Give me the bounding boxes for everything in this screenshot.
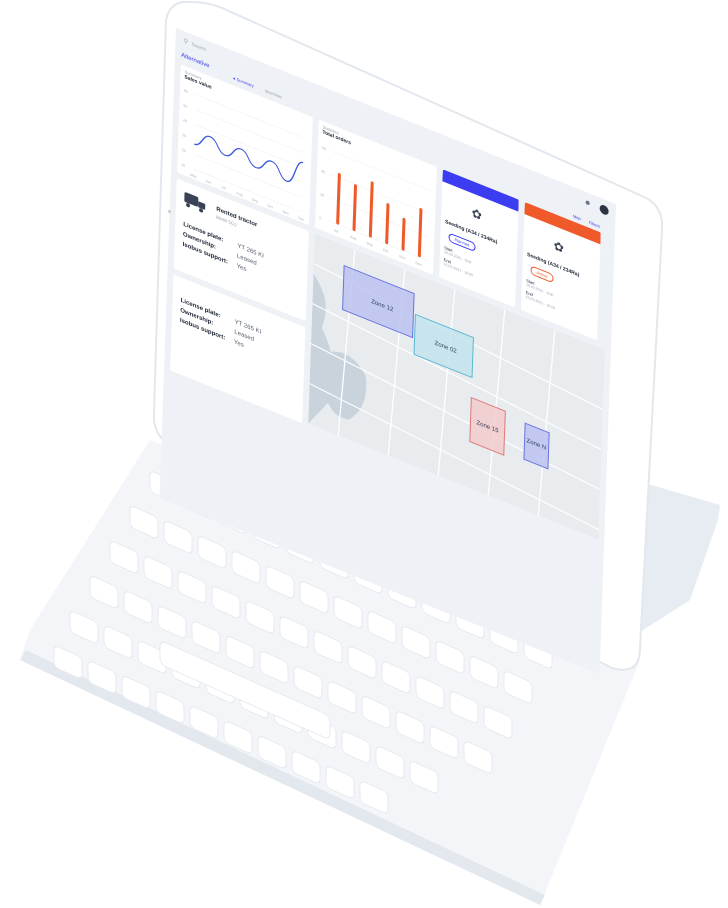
seed-icon: ✿ — [553, 238, 565, 257]
y-tick-label: 60 — [322, 146, 326, 151]
x-tick-label: Jul — [334, 228, 339, 234]
bar — [385, 203, 390, 245]
x-tick-label: Dec — [298, 216, 305, 222]
camera — [168, 210, 171, 213]
sales-line — [194, 135, 304, 182]
x-tick-label: Sep — [366, 241, 372, 247]
y-tick-label: 50 — [183, 103, 187, 108]
bar — [401, 217, 406, 251]
seeding-card[interactable]: ✿ Seeding (A34 / 234Ra) Planned Start 15… — [439, 169, 519, 308]
y-tick-label: 10 — [181, 163, 185, 168]
avatar[interactable] — [599, 203, 609, 217]
notification-dot[interactable] — [585, 200, 590, 206]
y-tick-label: 60 — [184, 89, 188, 94]
tractor-icon — [184, 192, 206, 213]
y-tick-label: 20 — [320, 192, 324, 197]
x-tick-label: May — [190, 173, 197, 180]
link-map[interactable]: Map — [573, 213, 581, 221]
bar — [336, 173, 341, 225]
bar — [352, 184, 358, 232]
x-tick-label: Jun — [205, 179, 211, 185]
x-tick-label: Jul — [221, 185, 226, 191]
search-icon: ⚲ — [183, 38, 189, 46]
tab-machines[interactable]: Machines — [265, 88, 282, 100]
x-tick-label: Sep — [252, 197, 258, 203]
end-value: 15.03.2021 · 18:00 — [443, 261, 474, 278]
y-tick-label: 30 — [182, 133, 186, 138]
bar — [417, 208, 423, 258]
seeding-color-bar — [442, 169, 519, 212]
search-input[interactable]: Search — [192, 41, 206, 52]
x-tick-label: Nov — [399, 254, 406, 260]
info-value: Yes — [236, 263, 247, 274]
x-tick-label: Oct — [383, 248, 389, 254]
x-tick-label: Nov — [283, 210, 290, 216]
end-value: 15.03.2021 · 18:00 — [525, 294, 556, 311]
x-tick-label: Aug — [236, 191, 242, 197]
x-tick-label: Oct — [267, 204, 273, 210]
y-tick-label: 40 — [321, 169, 325, 174]
tablet: ⚲ Search Alternative ● Summary Machines … — [150, 0, 670, 674]
bar — [368, 181, 374, 238]
y-tick-label: 0 — [319, 216, 321, 221]
seed-icon: ✿ — [471, 205, 483, 224]
x-tick-label: Aug — [350, 235, 356, 241]
info-value: Yes — [233, 339, 244, 350]
x-tick-label: Dec — [415, 261, 422, 267]
y-tick-label: 40 — [183, 118, 187, 123]
y-tick-label: 20 — [182, 148, 186, 153]
